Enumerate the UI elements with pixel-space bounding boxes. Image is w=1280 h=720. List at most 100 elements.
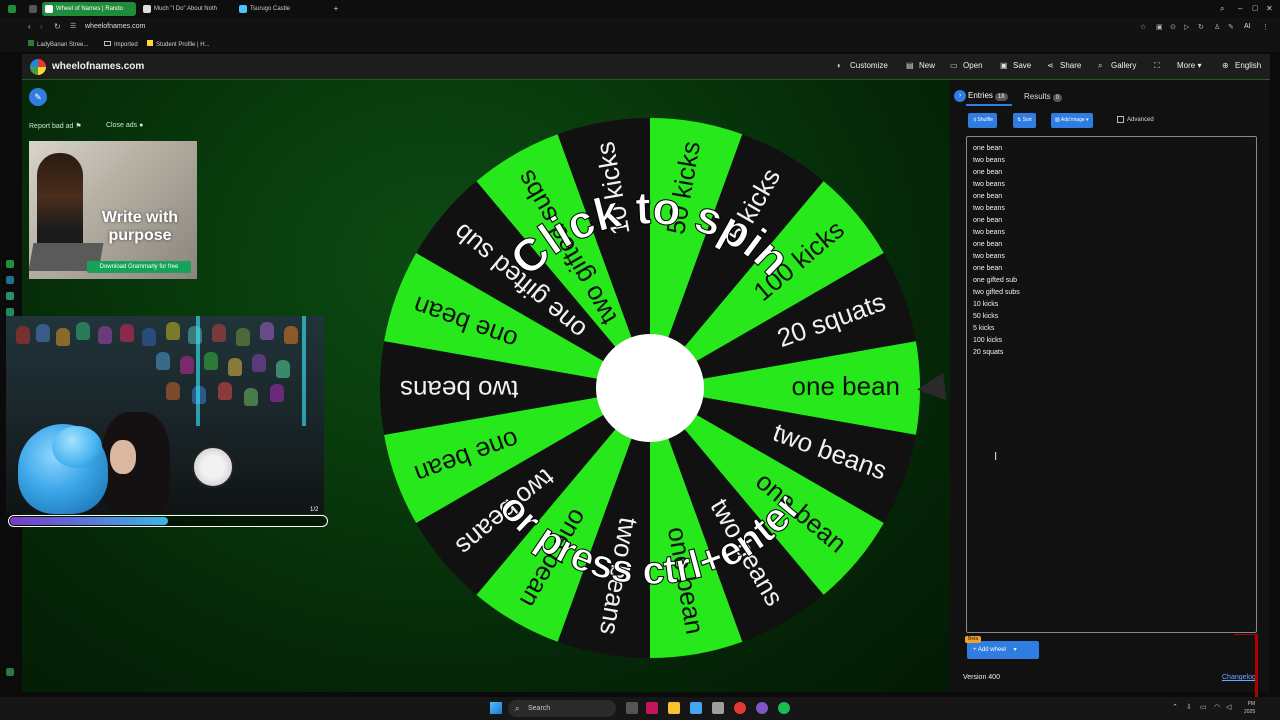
- text-cursor-icon: Ⅰ: [994, 451, 998, 463]
- wifi-icon[interactable]: ◠: [1214, 703, 1220, 711]
- profile-icon[interactable]: ♙: [1214, 23, 1220, 31]
- advanced-checkbox[interactable]: Advanced: [1117, 116, 1154, 123]
- back-icon[interactable]: ‹: [28, 22, 31, 31]
- tab-tsurugo-castle[interactable]: Tsurugo Castle: [236, 2, 326, 16]
- wheel-logo-icon[interactable]: [30, 59, 46, 75]
- search-tabs-icon[interactable]: ⌕: [1220, 2, 1230, 16]
- bookmark-student-profile[interactable]: Student Profile | H...: [147, 39, 210, 51]
- taskbar: ⌕ Search ⌃ ⇩ ▭ ◠ ◁ PM 2025: [0, 697, 1280, 720]
- add-wheel-button[interactable]: + Add wheel ▾: [967, 641, 1039, 659]
- tray-chevron-icon[interactable]: ⌃: [1172, 703, 1178, 711]
- extension-icon[interactable]: ▣: [1156, 23, 1163, 31]
- maximize-icon[interactable]: ▢: [1252, 2, 1262, 16]
- entry-line[interactable]: one bean: [973, 143, 1250, 155]
- entries-textarea[interactable]: one bean two beans one bean two beans one be…: [966, 136, 1257, 633]
- app-icon[interactable]: [646, 702, 658, 714]
- entry-line[interactable]: one bean: [973, 167, 1250, 179]
- favorites-icon[interactable]: ✎: [1228, 23, 1234, 31]
- entry-line[interactable]: one bean: [973, 263, 1250, 275]
- spotify-icon[interactable]: [778, 702, 790, 714]
- tab-entries[interactable]: › Entries 18: [954, 90, 1008, 102]
- shuffle-button[interactable]: ⤨ Shuffle: [968, 113, 997, 128]
- sidebar-app-icon[interactable]: [6, 276, 14, 284]
- volume-icon[interactable]: ◁: [1226, 703, 1231, 711]
- bookmark-imported[interactable]: Imported: [104, 39, 138, 51]
- windows-start-icon[interactable]: [490, 702, 502, 714]
- ai-icon[interactable]: AI: [1244, 23, 1251, 30]
- close-ads-link[interactable]: Close ads ●: [106, 122, 143, 129]
- sidebar-app-icon[interactable]: [6, 260, 14, 268]
- sidebar-app-icon[interactable]: [6, 668, 14, 676]
- bookmark-ladybanan[interactable]: LadyBanan Stree...: [28, 39, 88, 51]
- taskbar-search[interactable]: ⌕ Search: [508, 700, 616, 717]
- advertisement[interactable]: Write with purpose Download Grammarly fo…: [29, 141, 197, 279]
- entry-line[interactable]: 20 squats: [973, 347, 1250, 359]
- customize-button[interactable]: ◐ Customize: [837, 61, 888, 70]
- share-button[interactable]: ⋖ Share: [1047, 61, 1081, 70]
- tray-icon[interactable]: ⇩: [1186, 703, 1192, 711]
- entry-line[interactable]: one gifted sub: [973, 275, 1250, 287]
- file-explorer-icon[interactable]: [668, 702, 680, 714]
- fullscreen-icon: ⛶: [1154, 61, 1160, 70]
- close-window-icon[interactable]: ✕: [1266, 2, 1276, 16]
- entry-line[interactable]: two beans: [973, 179, 1250, 191]
- forward-icon[interactable]: ›: [40, 22, 43, 31]
- entry-line[interactable]: one bean: [973, 191, 1250, 203]
- discord-icon[interactable]: [756, 702, 768, 714]
- wheel-center-hub[interactable]: [596, 334, 704, 442]
- entry-line[interactable]: two beans: [973, 227, 1250, 239]
- more-button[interactable]: More ▾: [1177, 61, 1201, 70]
- report-bad-ad-link[interactable]: Report bad ad ⚑: [29, 122, 82, 130]
- app-icon[interactable]: [712, 702, 724, 714]
- search-icon: ⌕: [515, 704, 520, 713]
- browser-menu-icon[interactable]: [4, 2, 20, 16]
- clock[interactable]: PM 2025: [1244, 700, 1255, 716]
- menu-dots-icon[interactable]: ⋮: [1262, 23, 1269, 31]
- fullscreen-button[interactable]: ⛶: [1154, 61, 1167, 71]
- tab-much-i-do[interactable]: Much "I Do" About Noth: [140, 2, 232, 16]
- chevron-right-icon: ›: [954, 90, 966, 102]
- tab-wheel-of-names[interactable]: Wheel of Names | Rando: [42, 2, 136, 16]
- entry-line[interactable]: two beans: [973, 251, 1250, 263]
- globe-favicon-icon: [143, 5, 151, 13]
- entry-line[interactable]: one bean: [973, 239, 1250, 251]
- entry-line[interactable]: 10 kicks: [973, 299, 1250, 311]
- new-tab-icon[interactable]: +: [330, 2, 342, 16]
- wheel-graphic[interactable]: one beantwo beansone beantwo beansone be…: [378, 116, 922, 660]
- language-button[interactable]: ⊕ English: [1222, 61, 1261, 70]
- new-button[interactable]: ▤ New: [906, 61, 935, 70]
- app-icon[interactable]: [734, 702, 746, 714]
- tray-icon[interactable]: ▭: [1200, 703, 1207, 711]
- site-info-icon[interactable]: ☰: [70, 22, 76, 30]
- bookmark-star-icon[interactable]: ☆: [1140, 23, 1146, 31]
- add-image-button[interactable]: ▨ Add image ▾: [1051, 113, 1093, 128]
- app-icon[interactable]: [690, 702, 702, 714]
- edit-pencil-button[interactable]: ✎: [29, 88, 47, 106]
- open-button[interactable]: ▭ Open: [950, 61, 983, 70]
- entry-line[interactable]: 5 kicks: [973, 323, 1250, 335]
- shuffle-icon: ⤨: [972, 117, 977, 123]
- sort-button[interactable]: ⇅ Sort: [1013, 113, 1036, 128]
- gallery-button[interactable]: ⌕ Gallery: [1098, 61, 1136, 71]
- tab-actions-icon[interactable]: [26, 2, 40, 16]
- entry-line[interactable]: 100 kicks: [973, 335, 1250, 347]
- task-view-icon[interactable]: [626, 702, 638, 714]
- entry-line[interactable]: 50 kicks: [973, 311, 1250, 323]
- reload-icon[interactable]: ↻: [54, 22, 61, 31]
- entry-line[interactable]: two beans: [973, 155, 1250, 167]
- sidebar-app-icon[interactable]: [6, 292, 14, 300]
- save-button[interactable]: ▣ Save: [1000, 61, 1031, 70]
- entry-line[interactable]: two beans: [973, 203, 1250, 215]
- entry-line[interactable]: one bean: [973, 215, 1250, 227]
- url-field[interactable]: wheelofnames.com: [85, 23, 145, 30]
- entry-line[interactable]: two gifted subs: [973, 287, 1250, 299]
- minimize-icon[interactable]: –: [1238, 2, 1248, 16]
- play-icon[interactable]: ▷: [1184, 23, 1189, 31]
- sidebar-app-icon[interactable]: [6, 308, 14, 316]
- site-name[interactable]: wheelofnames.com: [52, 61, 144, 72]
- tab-results[interactable]: Results 0: [1024, 92, 1063, 102]
- media-icon[interactable]: ⊙: [1170, 23, 1176, 31]
- spin-wheel[interactable]: one bean two beans one bean two beans one be…: [378, 116, 922, 660]
- refresh-ext-icon[interactable]: ↻: [1198, 23, 1204, 31]
- ad-cta-button[interactable]: Download Grammarly for free: [87, 261, 191, 273]
